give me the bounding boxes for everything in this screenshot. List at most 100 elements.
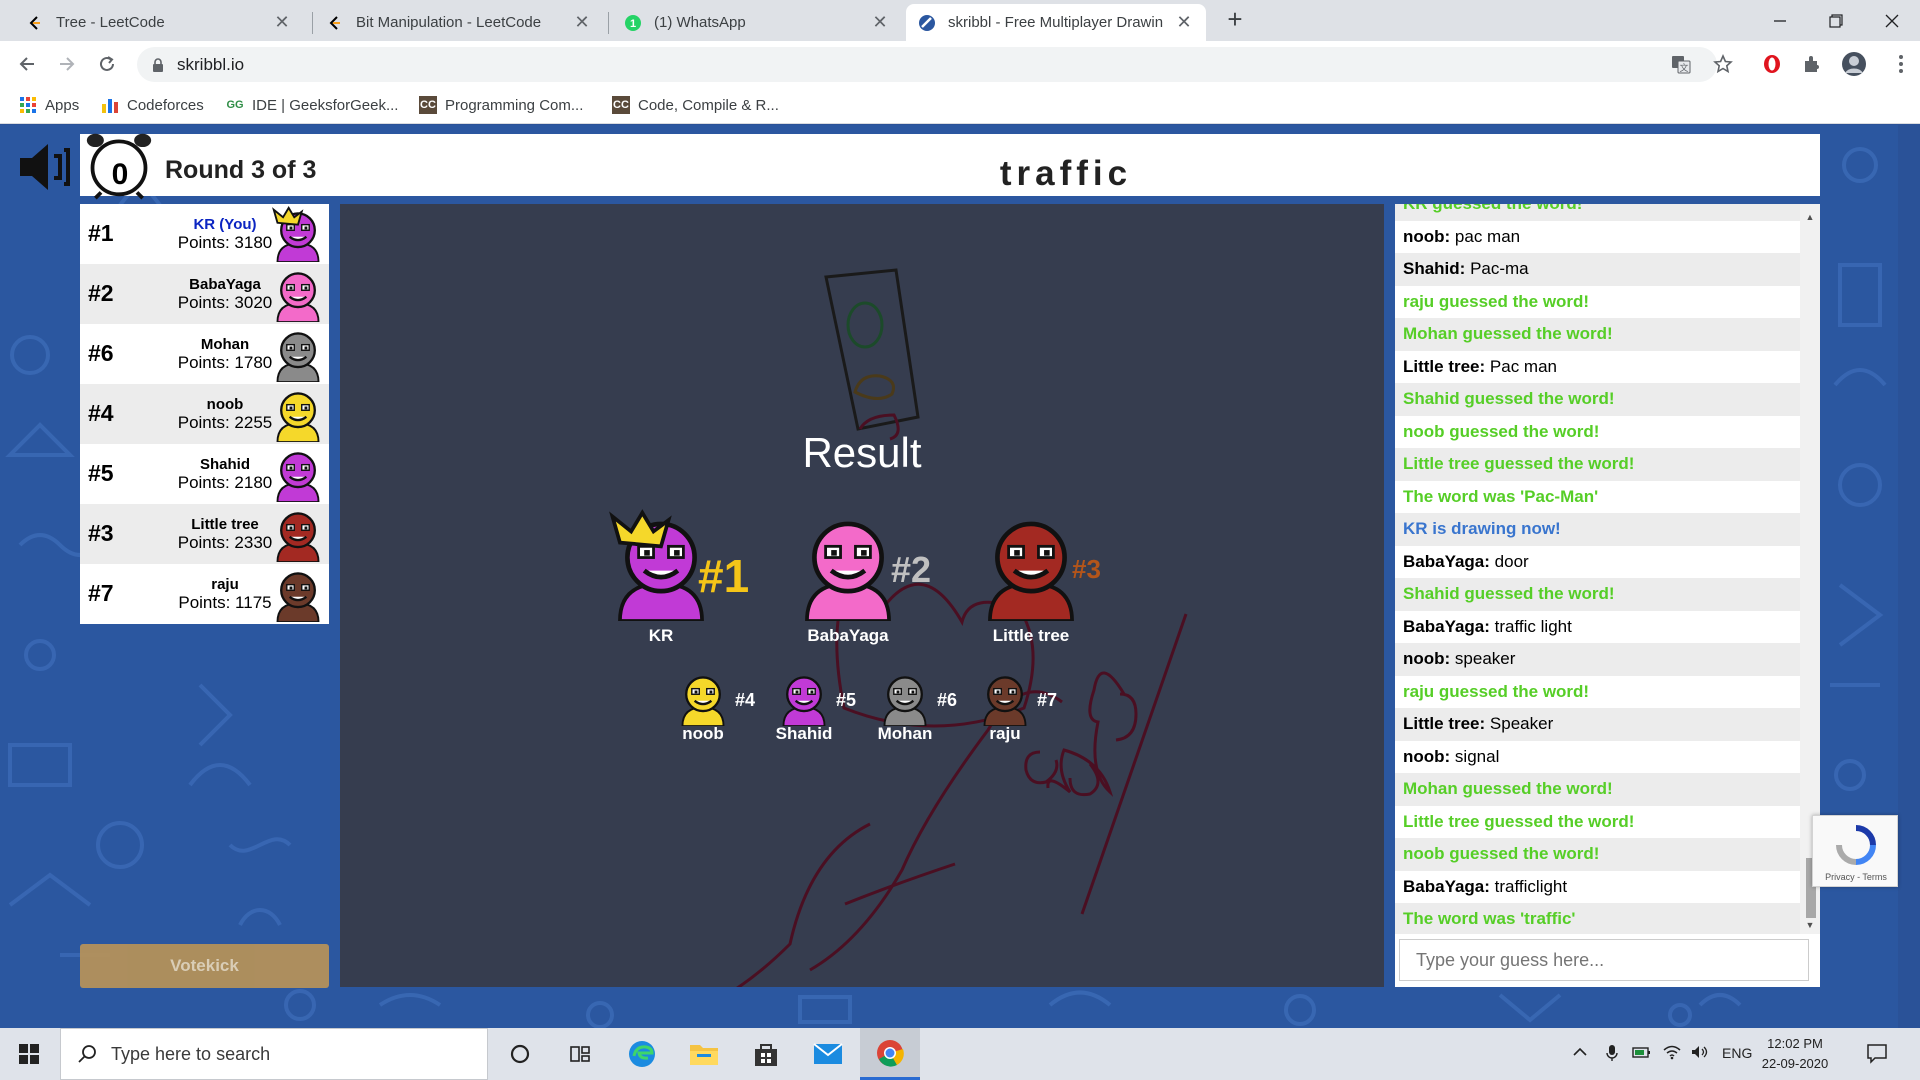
leetcode-icon bbox=[326, 14, 344, 32]
bookmark-label: IDE | GeeksforGeek... bbox=[252, 96, 399, 114]
chat-message: BabaYaga: door bbox=[1395, 546, 1800, 579]
chat-message: Mohan guessed the word! bbox=[1395, 773, 1800, 806]
taskbar-store[interactable] bbox=[736, 1028, 796, 1080]
maximize-button[interactable] bbox=[1808, 0, 1864, 41]
tab-title: Bit Manipulation - LeetCode bbox=[356, 14, 542, 31]
chat-message: Shahid: Pac-ma bbox=[1395, 253, 1800, 286]
recaptcha-badge[interactable]: Privacy - Terms bbox=[1812, 815, 1898, 887]
chat-scroll-down-icon[interactable]: ▼ bbox=[1800, 920, 1820, 930]
search-icon bbox=[78, 1045, 96, 1063]
podium-rank: #3 bbox=[1072, 554, 1101, 584]
tab-bit-manipulation[interactable]: Bit Manipulation - LeetCode ✕ bbox=[314, 4, 604, 41]
player-row[interactable]: #6 Mohan Points: 1780 bbox=[80, 324, 329, 384]
reload-button[interactable] bbox=[93, 50, 121, 78]
tab-close-button[interactable]: ✕ bbox=[1174, 12, 1194, 33]
cortana-button[interactable] bbox=[490, 1028, 550, 1080]
extensions-puzzle-icon[interactable] bbox=[1801, 53, 1823, 75]
bookmark-apps[interactable]: Apps bbox=[19, 96, 79, 114]
chat-text: signal bbox=[1450, 746, 1500, 766]
back-button[interactable] bbox=[13, 50, 41, 78]
tab-whatsapp[interactable]: 1 (1) WhatsApp ✕ bbox=[612, 4, 902, 41]
chat-message: Shahid guessed the word! bbox=[1395, 383, 1800, 416]
chat-text: trafficlight bbox=[1489, 876, 1568, 896]
player-rank: #4 bbox=[88, 400, 114, 426]
player-avatar bbox=[270, 266, 326, 323]
tab-close-button[interactable]: ✕ bbox=[870, 12, 890, 33]
podium-rank: #2 bbox=[891, 549, 932, 590]
player-rank: #7 bbox=[88, 580, 114, 606]
tab-skribbl[interactable]: skribbl - Free Multiplayer Drawin ✕ bbox=[906, 4, 1206, 41]
bookmark-codeforces[interactable]: Codeforces bbox=[101, 96, 204, 114]
player-row[interactable]: #4 noob Points: 2255 bbox=[80, 384, 329, 444]
tab-close-button[interactable]: ✕ bbox=[272, 12, 292, 33]
votekick-button[interactable]: Votekick bbox=[80, 944, 329, 988]
chat-message: raju guessed the word! bbox=[1403, 681, 1590, 701]
tab-title: Tree - LeetCode bbox=[56, 14, 165, 31]
chat-message: Little tree guessed the word! bbox=[1395, 448, 1800, 481]
skribbl-icon bbox=[918, 14, 936, 32]
forward-button[interactable] bbox=[53, 50, 81, 78]
bookmark-label: Codeforces bbox=[127, 96, 204, 114]
language-indicator[interactable]: ENG bbox=[1722, 1045, 1752, 1061]
chat-message: The word was 'traffic' bbox=[1395, 903, 1800, 934]
tab-title: skribbl - Free Multiplayer Drawin bbox=[948, 14, 1164, 31]
wifi-icon[interactable] bbox=[1662, 1044, 1682, 1063]
chat-message: BabaYaga: traffic light bbox=[1395, 611, 1800, 644]
taskbar-edge[interactable] bbox=[612, 1028, 672, 1080]
result-rank: #7 bbox=[1037, 690, 1058, 710]
bookmark-code-compile[interactable]: CC Code, Compile & R... bbox=[612, 96, 779, 114]
opera-extension-icon[interactable] bbox=[1761, 53, 1783, 75]
tray-chevron-icon[interactable] bbox=[1572, 1044, 1588, 1063]
player-row[interactable]: #3 Little tree Points: 2330 bbox=[80, 504, 329, 564]
guess-input[interactable] bbox=[1399, 939, 1809, 981]
task-view-button[interactable] bbox=[550, 1028, 610, 1080]
bookmark-label: Apps bbox=[45, 96, 80, 114]
start-button[interactable] bbox=[0, 1028, 58, 1080]
taskbar-file-explorer[interactable] bbox=[674, 1028, 734, 1080]
bookmark-geeksforgeeks[interactable]: GG IDE | GeeksforGeek... bbox=[226, 96, 398, 114]
microphone-icon[interactable] bbox=[1604, 1044, 1620, 1065]
chat-username: BabaYaga: bbox=[1403, 616, 1490, 636]
taskbar-search-box[interactable]: Type here to search bbox=[60, 1028, 488, 1080]
recaptcha-links[interactable]: Privacy - Terms bbox=[1813, 872, 1899, 882]
translate-icon[interactable]: 文 bbox=[1670, 53, 1692, 75]
leetcode-icon bbox=[26, 14, 44, 32]
player-row[interactable]: #7 raju Points: 1175 bbox=[80, 564, 329, 624]
taskbar-clock[interactable]: 12:02 PM 22-09-2020 bbox=[1755, 1034, 1835, 1074]
clock-time: 12:02 PM bbox=[1767, 1036, 1823, 1051]
player-row[interactable]: #1 KR (You) Points: 3180 bbox=[80, 204, 329, 264]
minimize-button[interactable] bbox=[1752, 0, 1808, 41]
player-row[interactable]: #5 Shahid Points: 2180 bbox=[80, 444, 329, 504]
taskbar-chrome[interactable] bbox=[860, 1028, 920, 1080]
chat-message: BabaYaga: trafficlight bbox=[1395, 871, 1800, 904]
bookmark-star-icon[interactable] bbox=[1712, 53, 1734, 75]
drawing-canvas[interactable]: Result KR #1 BabaYaga #2 Little tree #3 #4 noo… bbox=[340, 204, 1384, 987]
chat-text: door bbox=[1489, 551, 1529, 571]
chrome-menu-icon[interactable] bbox=[1890, 53, 1912, 75]
chat-scroll-up-icon[interactable]: ▲ bbox=[1800, 212, 1820, 222]
player-row[interactable]: #2 BabaYaga Points: 3020 bbox=[80, 264, 329, 324]
tab-close-button[interactable]: ✕ bbox=[572, 12, 592, 33]
whatsapp-icon: 1 bbox=[624, 14, 642, 32]
chat-message: noob: pac man bbox=[1395, 221, 1800, 254]
chat-text: pac man bbox=[1450, 226, 1521, 246]
address-bar[interactable]: skribbl.io bbox=[137, 47, 1717, 82]
player-avatar bbox=[270, 446, 326, 503]
taskbar-mail[interactable] bbox=[798, 1028, 858, 1080]
new-tab-button[interactable]: + bbox=[1221, 6, 1249, 34]
volume-icon[interactable] bbox=[1690, 1044, 1710, 1063]
podium-rank: #1 bbox=[698, 550, 750, 602]
notification-center-icon[interactable] bbox=[1866, 1042, 1888, 1067]
player-avatar bbox=[270, 386, 326, 443]
chat-log[interactable]: KR guessed the word!noob: pac manShahid:… bbox=[1395, 204, 1800, 934]
profile-avatar-icon[interactable] bbox=[1841, 51, 1867, 77]
result-rank: #5 bbox=[836, 690, 857, 710]
chat-message: raju guessed the word! bbox=[1403, 291, 1590, 311]
close-window-button[interactable] bbox=[1864, 0, 1920, 41]
battery-icon[interactable] bbox=[1632, 1044, 1652, 1063]
tab-tree-leetcode[interactable]: Tree - LeetCode ✕ bbox=[14, 4, 304, 41]
chat-username: noob: bbox=[1403, 746, 1451, 766]
tab-title: (1) WhatsApp bbox=[654, 14, 746, 31]
browser-toolbar: skribbl.io 文 bbox=[0, 41, 1920, 88]
bookmark-programming-com[interactable]: CC Programming Com... bbox=[419, 96, 583, 114]
